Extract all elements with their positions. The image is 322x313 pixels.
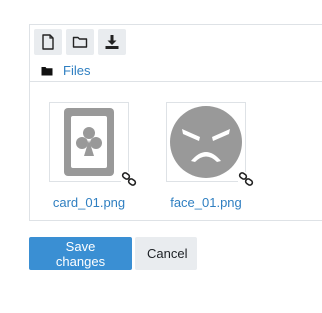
download-all-button[interactable] (98, 29, 126, 55)
angry-face-icon (170, 106, 242, 178)
link-icon (121, 172, 137, 186)
card-club-icon (64, 108, 114, 176)
cancel-button[interactable]: Cancel (135, 237, 197, 270)
breadcrumb: Files (41, 63, 90, 78)
save-changes-button[interactable]: Save changes (29, 237, 132, 270)
file-manager: Files card_01.png face_01.png (29, 24, 322, 221)
create-folder-button[interactable] (66, 29, 94, 55)
file-icon (42, 34, 54, 50)
add-file-button[interactable] (34, 29, 62, 55)
file-item-face[interactable]: face_01.png (151, 102, 261, 210)
breadcrumb-files-link[interactable]: Files (63, 63, 90, 78)
divider (30, 81, 322, 82)
folder-icon (72, 36, 88, 48)
file-manager-toolbar (34, 29, 126, 55)
folder-icon (41, 66, 53, 75)
file-name[interactable]: face_01.png (151, 195, 261, 210)
file-item-card[interactable]: card_01.png (34, 102, 144, 210)
file-thumbnail (49, 102, 137, 186)
file-name[interactable]: card_01.png (34, 195, 144, 210)
file-thumbnail (166, 102, 254, 186)
link-icon (238, 172, 254, 186)
download-icon (105, 35, 119, 49)
